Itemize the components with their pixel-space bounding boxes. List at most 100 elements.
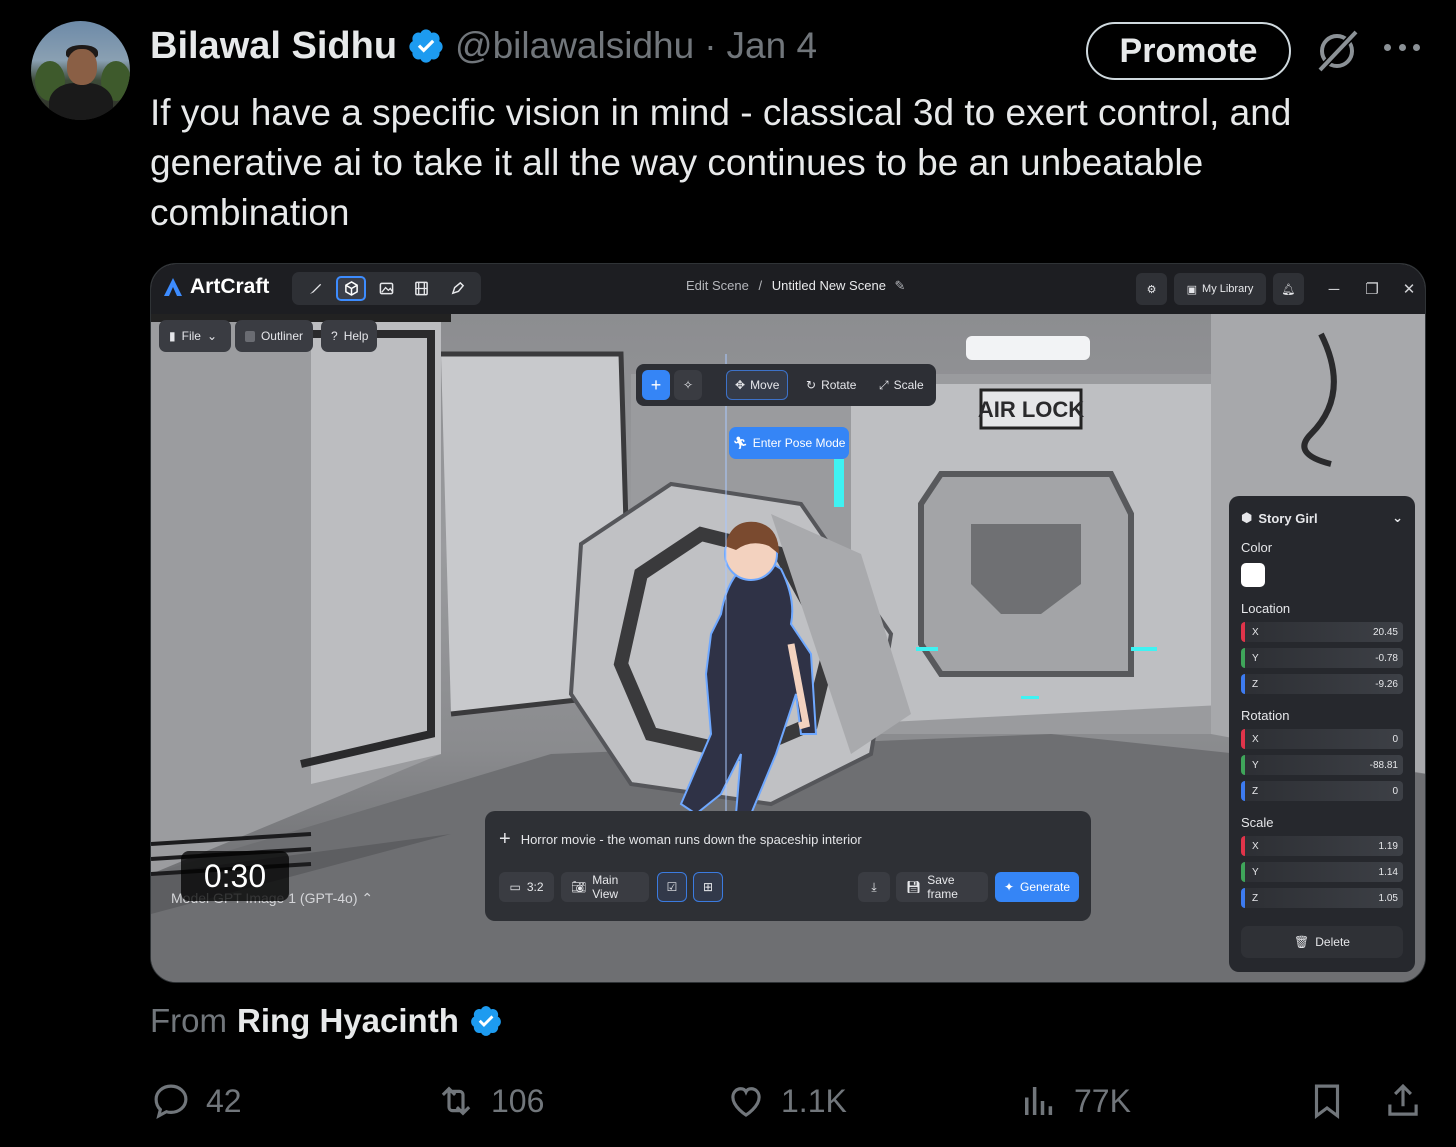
breadcrumb-parent[interactable]: Edit Scene — [686, 278, 749, 293]
grid-toggle-button[interactable]: ⊞ — [693, 872, 723, 902]
chevron-down-icon[interactable]: ⌄ — [1392, 510, 1403, 526]
aspect-ratio-icon: ▭ — [509, 880, 521, 894]
enter-pose-mode-button[interactable]: 🏃︎ Enter Pose Mode — [729, 427, 849, 459]
location-y-field[interactable]: Y -0.78 — [1241, 648, 1403, 668]
chevron-down-icon: ⌄ — [206, 329, 218, 343]
outliner-label: Outliner — [260, 329, 303, 343]
scale-x-field[interactable]: X 1.19 — [1241, 836, 1403, 856]
axis-label: Z — [1252, 785, 1259, 797]
axis-label: X — [1252, 626, 1259, 638]
properties-panel: ⬢ Story Girl ⌄ Color Location X 20.45 Y -0… — [1229, 496, 1415, 972]
heart-icon — [731, 1087, 761, 1117]
outliner-checkbox-icon — [245, 330, 255, 342]
main-view-button[interactable]: 📷︎ Main View — [561, 872, 649, 902]
more-options-icon[interactable] — [1384, 44, 1420, 58]
source-account[interactable]: Ring Hyacinth — [237, 1002, 459, 1040]
breadcrumb-current[interactable]: Untitled New Scene — [772, 278, 886, 293]
scale-tool-button[interactable]: ⤢ Scale — [871, 370, 932, 400]
rotate-label: Rotate — [821, 378, 857, 392]
location-z-value: -9.26 — [1375, 678, 1398, 690]
aspect-ratio-button[interactable]: ▭ 3:2 — [499, 872, 554, 902]
plus-icon: + — [650, 374, 662, 395]
tweet-text-line: generative ai to take it all the way con… — [150, 142, 1204, 183]
magic-wand-icon: ✧ — [682, 378, 694, 392]
scale-y-field[interactable]: Y 1.14 — [1241, 862, 1403, 882]
download-button[interactable]: ⤓ — [858, 872, 890, 902]
author-avatar[interactable] — [31, 21, 130, 120]
prompt-input[interactable]: + Horror movie - the woman runs down the… — [499, 828, 862, 851]
reply-count: 42 — [206, 1082, 242, 1119]
rotation-x-value: 0 — [1392, 733, 1398, 745]
file-menu[interactable]: ▮ File ⌄ — [159, 320, 231, 352]
magic-wand-button[interactable]: ✧ — [674, 370, 702, 400]
save-frame-button[interactable]: 💾︎ Save frame — [896, 872, 988, 902]
like-button[interactable]: 1.1K — [725, 1076, 847, 1126]
prompt-box: + Horror movie - the woman runs down the… — [485, 811, 1091, 921]
airlock-sign: AIR LOCK — [978, 397, 1084, 422]
location-y-value: -0.78 — [1375, 652, 1398, 664]
restore-icon[interactable]: ❐ — [1362, 279, 1382, 299]
generate-button[interactable]: ✦ Generate — [995, 872, 1079, 902]
rotation-y-field[interactable]: Y -88.81 — [1241, 755, 1403, 775]
notifications-button[interactable]: 🔔︎ — [1273, 273, 1304, 305]
breadcrumb-separator: / — [758, 278, 763, 293]
author-name[interactable]: Bilawal Sidhu — [150, 25, 397, 68]
checkbox-icon: ☑ — [666, 880, 678, 894]
add-object-button[interactable]: + — [642, 370, 670, 400]
3d-mode-button[interactable] — [336, 276, 367, 301]
plus-icon[interactable]: + — [499, 828, 511, 851]
pen-mode-button[interactable] — [442, 276, 472, 301]
minimize-icon[interactable]: ─ — [1324, 279, 1344, 299]
rotation-x-field[interactable]: X0 — [1241, 729, 1403, 749]
settings-button[interactable]: ⚙ — [1136, 273, 1167, 305]
bookmark-button[interactable] — [1306, 1076, 1348, 1126]
repost-icon — [441, 1086, 471, 1116]
repost-button[interactable]: 106 — [435, 1076, 544, 1126]
grok-icon[interactable] — [1314, 28, 1360, 74]
tweet-date[interactable]: Jan 4 — [727, 25, 818, 67]
move-tool-button[interactable]: ✥ Move — [726, 370, 789, 400]
3d-viewport[interactable]: AIR LOCK ▮ File ⌄ Outliner ? Help + ✧ ✥ … — [151, 314, 1425, 982]
reference-toggle-button[interactable]: ☑ — [657, 872, 687, 902]
panel-header[interactable]: ⬢ Story Girl ⌄ — [1241, 510, 1403, 526]
scale-label: Scale — [893, 378, 924, 392]
author-handle[interactable]: @bilawalsidhu — [455, 25, 694, 67]
rotation-z-field[interactable]: Z0 — [1241, 781, 1403, 801]
running-person-icon: 🏃︎ — [732, 436, 748, 450]
location-z-field[interactable]: Z -9.26 — [1241, 674, 1403, 694]
delete-button[interactable]: 🗑︎ Delete — [1241, 926, 1403, 958]
axis-label: Y — [1252, 866, 1259, 878]
image-mode-button[interactable] — [371, 276, 401, 301]
app-logo: ArtCraft — [161, 275, 269, 299]
tweet-text: If you have a specific vision in mind - … — [150, 88, 1400, 238]
reply-icon — [154, 1084, 188, 1119]
trash-icon: 🗑︎ — [1294, 935, 1310, 949]
axis-label: Y — [1252, 652, 1259, 664]
brush-mode-button[interactable] — [301, 276, 331, 301]
outliner-toggle[interactable]: Outliner — [235, 320, 313, 352]
reply-button[interactable]: 42 — [150, 1076, 242, 1126]
views-button[interactable]: 77K — [1018, 1076, 1131, 1126]
file-menu-label: File — [181, 329, 201, 343]
edit-pencil-icon[interactable]: ✎ — [895, 278, 906, 293]
axis-label: Z — [1252, 678, 1259, 690]
delete-label: Delete — [1315, 935, 1350, 949]
share-button[interactable] — [1382, 1076, 1424, 1126]
like-count: 1.1K — [781, 1082, 847, 1119]
rotate-tool-button[interactable]: ↻ Rotate — [798, 370, 864, 400]
my-library-button[interactable]: ▣ My Library — [1174, 273, 1266, 305]
rotation-z-value: 0 — [1392, 785, 1398, 797]
close-icon[interactable]: ✕ — [1399, 279, 1419, 299]
location-x-field[interactable]: X 20.45 — [1241, 622, 1403, 642]
axis-label: Z — [1252, 892, 1259, 904]
move-label: Move — [750, 378, 780, 392]
color-swatch[interactable] — [1241, 563, 1265, 587]
location-x-value: 20.45 — [1372, 626, 1398, 638]
pose-mode-label: Enter Pose Mode — [752, 436, 846, 450]
help-button[interactable]: ? Help — [321, 320, 377, 352]
video-mode-button[interactable] — [407, 276, 437, 301]
scale-z-field[interactable]: Z 1.05 — [1241, 888, 1403, 908]
promote-button[interactable]: Promote — [1086, 22, 1291, 80]
file-icon: ▮ — [169, 329, 176, 343]
video-player[interactable]: ArtCraft Edit Scene / Untitled New Scene… — [150, 263, 1426, 983]
